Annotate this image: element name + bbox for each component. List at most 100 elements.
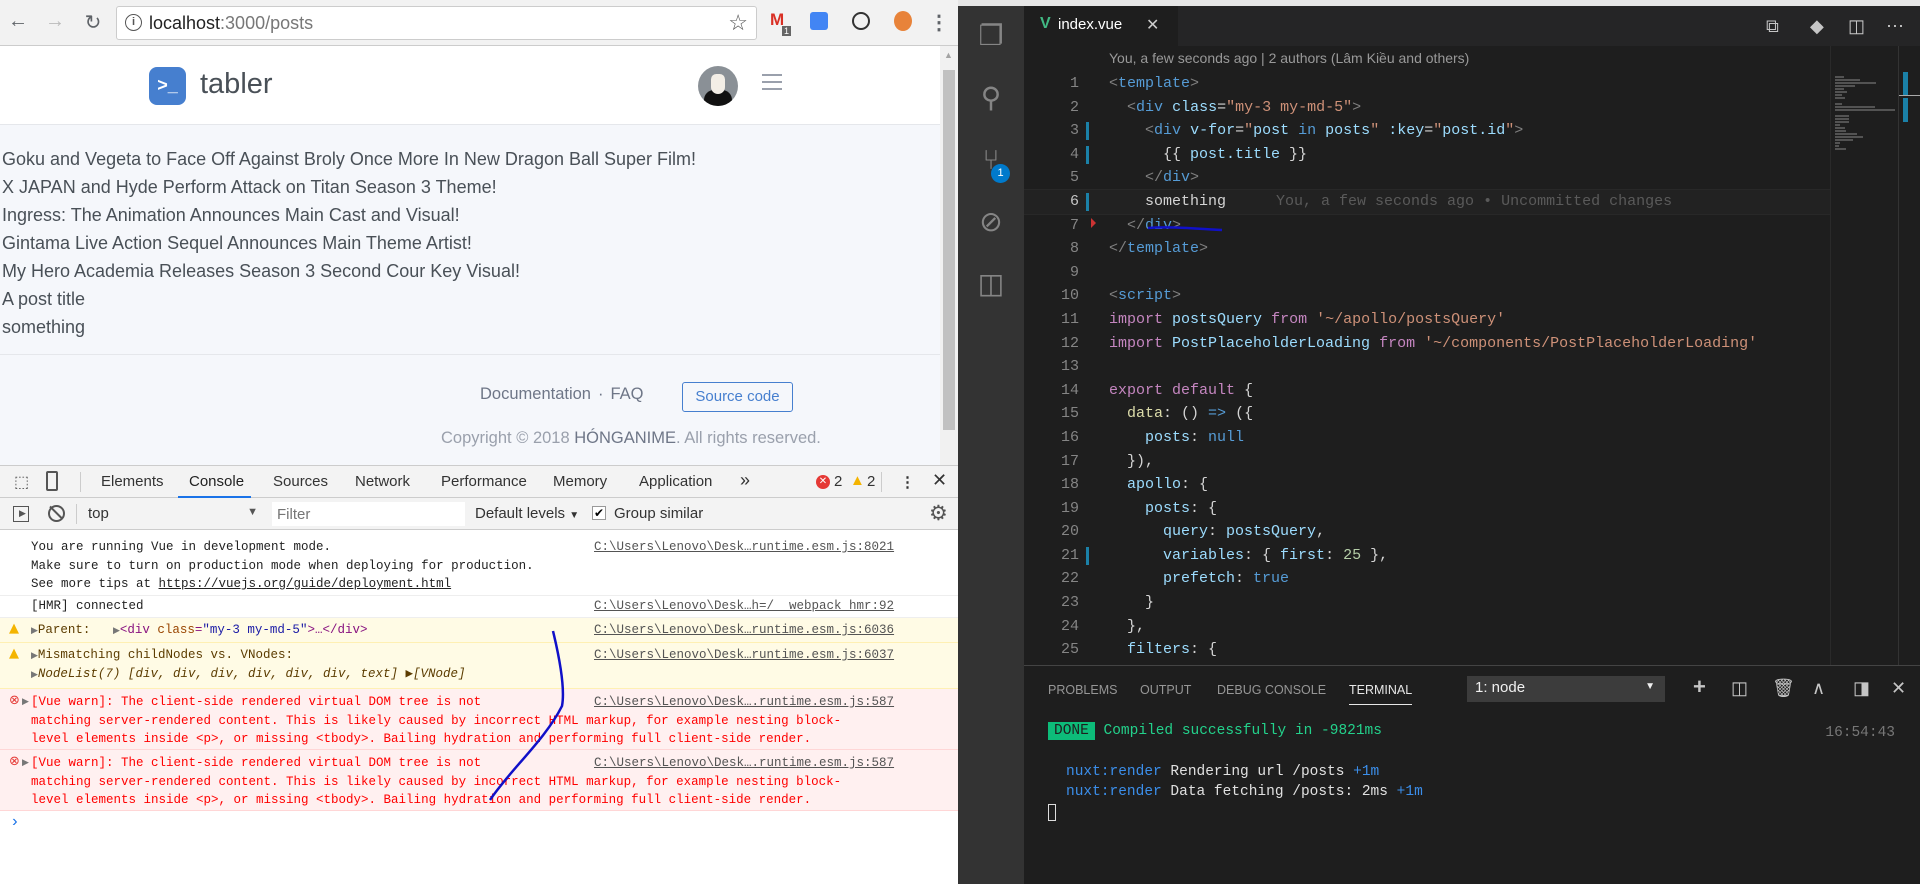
hamburger-menu-icon[interactable] (762, 74, 782, 95)
error-icon[interactable]: ✕ (816, 475, 830, 489)
tab-sources[interactable]: Sources (273, 473, 328, 490)
code-line[interactable]: 14 export default { (1024, 379, 1830, 403)
more-tabs-icon[interactable]: » (740, 470, 750, 491)
split-terminal-icon[interactable]: ◫ (1731, 678, 1748, 699)
forward-icon[interactable]: → (42, 10, 68, 33)
url-text[interactable]: localhost:3000/posts (149, 13, 313, 34)
split-editor-icon[interactable]: ◫ (1848, 16, 1865, 37)
code-line[interactable]: 15 data: () => ({ (1024, 402, 1830, 426)
tab-network[interactable]: Network (355, 473, 410, 490)
filter-input[interactable] (272, 502, 465, 526)
address-bar[interactable]: i localhost:3000/posts ☆ (116, 6, 757, 40)
tab-output[interactable]: OUTPUT (1140, 683, 1191, 697)
message-source-link[interactable]: C:\Users\Lenovo\Desk…runtime.esm.js:6037 (594, 646, 894, 665)
open-changes-icon[interactable]: ⧉ (1766, 16, 1779, 37)
code-line[interactable]: 13 (1024, 355, 1830, 379)
scroll-up-icon[interactable]: ▲ (944, 50, 953, 60)
tab-performance[interactable]: Performance (441, 473, 527, 490)
tabler-logo-icon[interactable]: >_ (149, 67, 186, 105)
expand-icon[interactable]: ▶ (22, 758, 29, 768)
code-editor[interactable]: You, a few seconds ago | 2 authors (Lâm … (1024, 46, 1920, 665)
sidebar-toggle-icon[interactable]: ▶ (13, 506, 29, 522)
message-source-link[interactable]: C:\Users\Lenovo\Desk…runtime.esm.js:6036 (594, 621, 894, 640)
kill-terminal-icon[interactable]: 🗑 (1772, 678, 1795, 699)
code-line[interactable]: 16 posts: null (1024, 426, 1830, 450)
documentation-link[interactable]: Documentation (480, 385, 591, 403)
warning-icon[interactable]: ▲ (850, 472, 865, 489)
code-line[interactable]: 23 } (1024, 591, 1830, 615)
code-line[interactable]: 6 something You, a few seconds ago • Unco… (1024, 188, 1831, 215)
message-source-link[interactable]: C:\Users\Lenovo\Desk…runtime.esm.js:8021 (594, 538, 894, 557)
code-line[interactable]: 3 <div v-for="post in posts" :key="post.… (1024, 119, 1830, 143)
tab-debug-console[interactable]: DEBUG CONSOLE (1217, 683, 1326, 697)
close-devtools-icon[interactable]: ✕ (932, 470, 947, 491)
expand-icon[interactable]: ▶ (22, 697, 29, 707)
reload-icon[interactable]: ↻ (80, 10, 106, 35)
group-similar-checkbox[interactable]: ✔ (592, 506, 606, 520)
code-line[interactable]: 22 prefetch: true (1024, 567, 1830, 591)
tab-elements[interactable]: Elements (101, 473, 164, 490)
toggle-panel-position-icon[interactable]: ◨ (1853, 678, 1870, 699)
nodelist-text[interactable]: ▶NodeList(7) [div, div, div, div, div, d… (31, 665, 466, 685)
bookmark-star-icon[interactable]: ☆ (728, 10, 748, 36)
extensions-icon[interactable]: ◫ (975, 268, 1007, 300)
tab-problems[interactable]: PROBLEMS (1048, 683, 1117, 697)
close-panel-icon[interactable]: ✕ (1891, 678, 1906, 699)
code-line[interactable]: 2 <div class="my-3 my-md-5"> (1024, 96, 1830, 120)
tab-terminal[interactable]: TERMINAL (1349, 683, 1412, 697)
code-line[interactable]: 11 import postsQuery from '~/apollo/posts… (1024, 308, 1830, 332)
code-line[interactable]: 8 </template> (1024, 237, 1830, 261)
git-codelens[interactable]: You, a few seconds ago | 2 authors (Lâm … (1109, 50, 1469, 66)
devtools-menu-icon[interactable]: ⋮ (900, 473, 915, 491)
default-levels-select[interactable]: Default levels ▼ (475, 505, 579, 522)
context-select[interactable]: top ▼ (88, 505, 258, 522)
code-line[interactable]: 7 </div> (1024, 214, 1830, 238)
more-actions-icon[interactable]: ⋯ (1886, 16, 1904, 37)
tab-application[interactable]: Application (639, 473, 712, 490)
chrome-menu-icon[interactable]: ⋮ (926, 10, 952, 35)
page-scrollbar[interactable]: ▲ (940, 46, 958, 465)
source-code-button[interactable]: Source code (682, 382, 793, 412)
code-line[interactable]: 12 import PostPlaceholderLoading from '~/… (1024, 332, 1830, 356)
info-icon[interactable]: i (125, 14, 142, 31)
new-terminal-icon[interactable]: + (1693, 674, 1706, 700)
code-line[interactable]: 24 }, (1024, 615, 1830, 639)
code-line[interactable]: 21 variables: { first: 25 }, (1024, 544, 1830, 568)
tab-index-vue[interactable]: V index.vue ✕ (1024, 6, 1178, 46)
code-line[interactable]: 1 <template> (1024, 72, 1830, 96)
avatar[interactable] (698, 66, 738, 106)
code-line[interactable]: 25 filters: { (1024, 638, 1830, 662)
code-line[interactable]: 10 <script> (1024, 284, 1830, 308)
debug-icon[interactable]: ⊘ (975, 206, 1007, 238)
message-source-link[interactable]: C:\Users\Lenovo\Desk…h=/__webpack_hmr:92 (594, 597, 894, 616)
code-lines[interactable]: 1 <template> 2 <div class="my-3 my-md-5"> 3… (1024, 72, 1831, 662)
code-line[interactable]: 20 query: postsQuery, (1024, 520, 1830, 544)
code-line[interactable]: 4 {{ post.title }} (1024, 143, 1830, 167)
copyright-owner[interactable]: HÓNGANIME (574, 429, 676, 447)
editor-scrollbar[interactable] (1898, 46, 1920, 665)
brand-name[interactable]: tabler (200, 68, 273, 101)
code-line[interactable]: 18 apollo: { (1024, 473, 1830, 497)
message-text[interactable]: ▶Mismatching childNodes vs. VNodes: (31, 646, 293, 666)
warning-count[interactable]: 2 (867, 473, 875, 490)
console-settings-gear-icon[interactable]: ⚙ (929, 501, 948, 526)
minimap[interactable] (1830, 46, 1898, 665)
tab-memory[interactable]: Memory (553, 473, 607, 490)
deployment-link[interactable]: https://vuejs.org/guide/deployment.html (159, 577, 452, 591)
code-line[interactable]: 19 posts: { (1024, 497, 1830, 521)
code-line[interactable]: 9 (1024, 261, 1830, 285)
terminal-select[interactable]: 1: node ▼ (1467, 676, 1665, 702)
extension-icon[interactable] (810, 12, 828, 30)
error-count[interactable]: 2 (834, 473, 842, 490)
explorer-icon[interactable]: ❐ (975, 20, 1007, 52)
tab-console[interactable]: Console (189, 473, 244, 490)
search-icon[interactable]: ⚲ (975, 82, 1007, 114)
code-line[interactable]: 5 </div> (1024, 166, 1830, 190)
password-extension-icon[interactable] (852, 12, 870, 30)
clear-console-icon[interactable] (48, 505, 65, 522)
git-icon[interactable]: ◆ (1810, 16, 1824, 37)
message-text[interactable]: ▶Parent: ▶<div class="my-3 my-md-5">…</d… (31, 621, 367, 641)
scrollbar-thumb[interactable] (943, 70, 955, 430)
ham-extension-icon[interactable] (894, 11, 912, 31)
terminal-cursor[interactable] (1048, 804, 1056, 821)
